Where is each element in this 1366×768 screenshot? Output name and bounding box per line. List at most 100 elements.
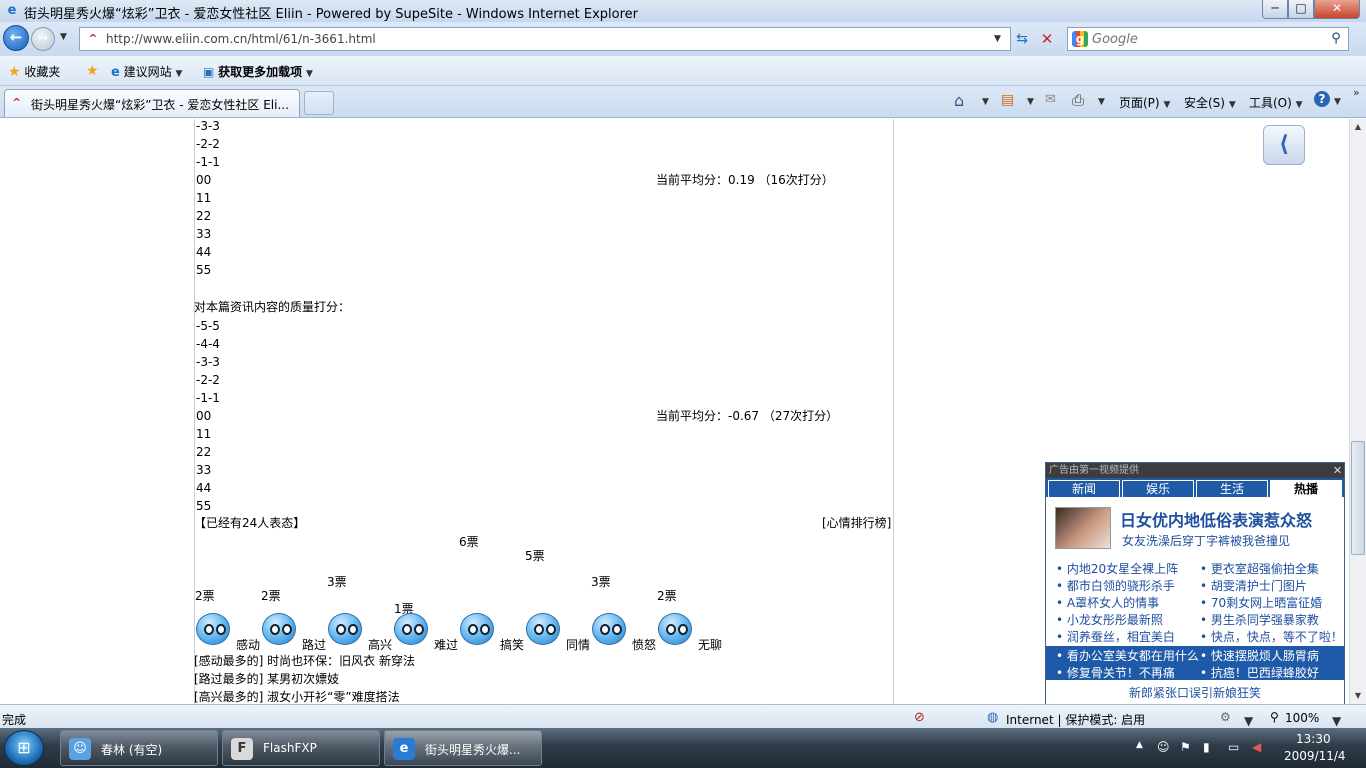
address-input[interactable]: http://www.eliin.com.cn/html/61/n-3661.h… (106, 32, 376, 46)
maximize-button[interactable]: □ (1288, 0, 1314, 19)
mood-bored-icon[interactable] (658, 613, 692, 645)
rating-option[interactable]: -3-3 (196, 119, 220, 135)
taskbar-item-ie[interactable]: e 街头明星秀火爆... (384, 730, 542, 766)
rss-feed-icon[interactable]: ▤ (1001, 92, 1014, 108)
zoom-dropdown-icon[interactable]: ▼ (1332, 714, 1341, 728)
ad-tab-entertainment[interactable]: 娱乐 (1122, 480, 1194, 497)
ad-link[interactable]: • 润养蚕丝，相宜美白 (1056, 628, 1175, 645)
ad-link[interactable]: • 更衣室超强偷拍全集 (1200, 560, 1319, 577)
ad-tab-hot[interactable]: 热播 (1270, 480, 1342, 497)
quality-option[interactable]: -4-4 (196, 335, 220, 353)
security-zone[interactable]: Internet | 保护模式: 启用 (1006, 711, 1145, 728)
mood-happy-icon[interactable] (328, 613, 362, 645)
mood-sad-icon[interactable] (394, 613, 428, 645)
ad-thumbnail[interactable] (1055, 507, 1111, 549)
mood-most-link[interactable]: [高兴最多的] 淑女小开衫“零”难度搭法 (194, 688, 400, 704)
taskbar-item-flashfxp[interactable]: F FlashFXP (222, 730, 380, 766)
ad-link[interactable]: • 男生杀同学强暴家教 (1200, 611, 1319, 628)
rating-option[interactable]: 44 (196, 243, 211, 261)
search-icon[interactable]: ⚲ (1326, 30, 1346, 48)
print-dropdown-icon[interactable]: ▼ (1098, 97, 1105, 107)
quality-option[interactable]: 11 (196, 425, 211, 443)
home-icon[interactable]: ⌂ (954, 91, 964, 110)
scroll-down-icon[interactable]: ▼ (1350, 688, 1366, 704)
popup-blocked-icon[interactable]: ⊘ (914, 710, 925, 725)
mail-icon[interactable]: ✉ (1045, 92, 1056, 107)
start-button[interactable]: ⊞ (4, 730, 44, 766)
mood-touched-icon[interactable] (196, 613, 230, 645)
search-input[interactable] (1092, 30, 1320, 48)
mood-most-link[interactable]: [感动最多的] 时尚也环保：旧风衣 新穿法 (194, 652, 415, 670)
quality-option[interactable]: -1-1 (196, 389, 220, 407)
ad-subheadline[interactable]: 女友洗澡后穿丁字裤被我爸撞见 (1122, 532, 1290, 549)
quality-option[interactable]: -5-5 (196, 317, 220, 335)
tray-expand-icon[interactable]: ▲ (1136, 740, 1143, 750)
overflow-chevron-icon[interactable]: » (1353, 86, 1360, 99)
quality-option[interactable]: 33 (196, 461, 211, 479)
ad-link[interactable]: • 胡雯清护士门图片 (1200, 577, 1307, 594)
flag-icon[interactable]: ⚑ (1180, 740, 1191, 754)
ad-link[interactable]: • 修复骨关节！不再痛 (1056, 664, 1175, 681)
rating-option[interactable]: 22 (196, 207, 211, 225)
rating-option[interactable]: 11 (196, 189, 211, 207)
device-icon[interactable]: ▮ (1203, 740, 1210, 754)
network-icon[interactable]: ▭ (1228, 740, 1239, 754)
ad-tab-news[interactable]: 新闻 (1048, 480, 1120, 497)
favorites-button[interactable]: ★ 收藏夹 (8, 63, 60, 80)
ad-tab-life[interactable]: 生活 (1196, 480, 1268, 497)
ad-bottom-link[interactable]: 新郎紧张口误引新娘狂笑 (1046, 684, 1344, 701)
help-dropdown-icon[interactable]: ▼ (1334, 97, 1341, 107)
ad-link[interactable]: • A罩杯女人的情事 (1056, 594, 1159, 611)
address-bar[interactable]: ^ http://www.eliin.com.cn/html/61/n-3661… (79, 27, 1011, 51)
clock-date[interactable]: 2009/11/4 (1284, 749, 1346, 763)
chevron-down-icon[interactable]: ▼ (1244, 714, 1253, 728)
ad-link[interactable]: • 内地20女星全裸上阵 (1056, 560, 1178, 577)
rating-option[interactable]: -2-2 (196, 135, 220, 153)
ad-link[interactable]: • 看办公室美女都在用什么 (1056, 647, 1199, 664)
help-icon[interactable]: ? (1314, 91, 1330, 107)
zoom-level[interactable]: 100% (1285, 711, 1319, 725)
taskbar-item-qq[interactable]: ☺ 春林 (有空) (60, 730, 218, 766)
stop-icon[interactable]: ✕ (1037, 29, 1057, 49)
mood-angry-icon[interactable] (592, 613, 626, 645)
ad-link[interactable]: • 快点，快点，等不了啦！ (1200, 628, 1343, 645)
add-favorite-button[interactable]: ★ (86, 63, 99, 79)
scroll-up-icon[interactable]: ▲ (1350, 119, 1366, 135)
feed-dropdown-icon[interactable]: ▼ (1027, 97, 1034, 107)
mood-funny-icon[interactable] (460, 613, 494, 645)
new-tab-button[interactable] (304, 91, 334, 115)
home-dropdown-icon[interactable]: ▼ (982, 97, 989, 107)
floating-logo-icon[interactable]: ⟨ (1263, 125, 1305, 165)
quality-option[interactable]: 55 (196, 497, 211, 515)
back-button[interactable]: ← (3, 25, 29, 51)
address-dropdown-icon[interactable]: ▼ (994, 34, 1001, 44)
volume-muted-icon[interactable]: ◀ (1252, 740, 1261, 754)
qq-tray-icon[interactable]: ☺ (1157, 740, 1170, 754)
ad-headline[interactable]: 日女优内地低俗表演惹众怒 (1120, 507, 1312, 531)
search-box[interactable]: g ⚲ (1067, 27, 1349, 51)
rating-option[interactable]: 00 (196, 171, 211, 189)
refresh-icon[interactable]: ⇆ (1012, 29, 1032, 49)
quality-option[interactable]: 22 (196, 443, 211, 461)
ad-close-icon[interactable]: ✕ (1331, 463, 1344, 478)
mood-sympathy-icon[interactable] (526, 613, 560, 645)
close-window-button[interactable]: ✕ (1314, 0, 1360, 19)
protected-mode-icon[interactable]: ⚙ (1220, 710, 1231, 724)
mood-rank-link[interactable]: [心情排行榜] (822, 514, 891, 532)
minimize-button[interactable]: ─ (1262, 0, 1288, 19)
safety-menu[interactable]: 安全(S) ▼ (1184, 94, 1236, 111)
mood-passby-icon[interactable] (262, 613, 296, 645)
ad-link[interactable]: • 小龙女彤彤最新照 (1056, 611, 1163, 628)
suggested-sites-button[interactable]: e 建议网站 ▼ (111, 63, 182, 80)
quality-option[interactable]: -3-3 (196, 353, 220, 371)
get-addons-button[interactable]: ▣ 获取更多加载项 ▼ (203, 63, 313, 80)
tools-menu[interactable]: 工具(O) ▼ (1249, 94, 1303, 111)
history-dropdown-icon[interactable]: ▼ (60, 32, 67, 42)
ad-link[interactable]: • 抗癌！巴西绿蜂胶好 (1200, 664, 1319, 681)
tab-active[interactable]: ^ 街头明星秀火爆“炫彩”卫衣 - 爱恋女性社区 Eli... (4, 89, 300, 117)
forward-button[interactable]: → (31, 27, 55, 51)
ad-link[interactable]: • 70剩女网上晒富征婚 (1200, 594, 1322, 611)
ad-link[interactable]: • 都市白领的骁形杀手 (1056, 577, 1175, 594)
quality-option[interactable]: 44 (196, 479, 211, 497)
vertical-scrollbar[interactable]: ▲ ▼ (1349, 119, 1366, 704)
